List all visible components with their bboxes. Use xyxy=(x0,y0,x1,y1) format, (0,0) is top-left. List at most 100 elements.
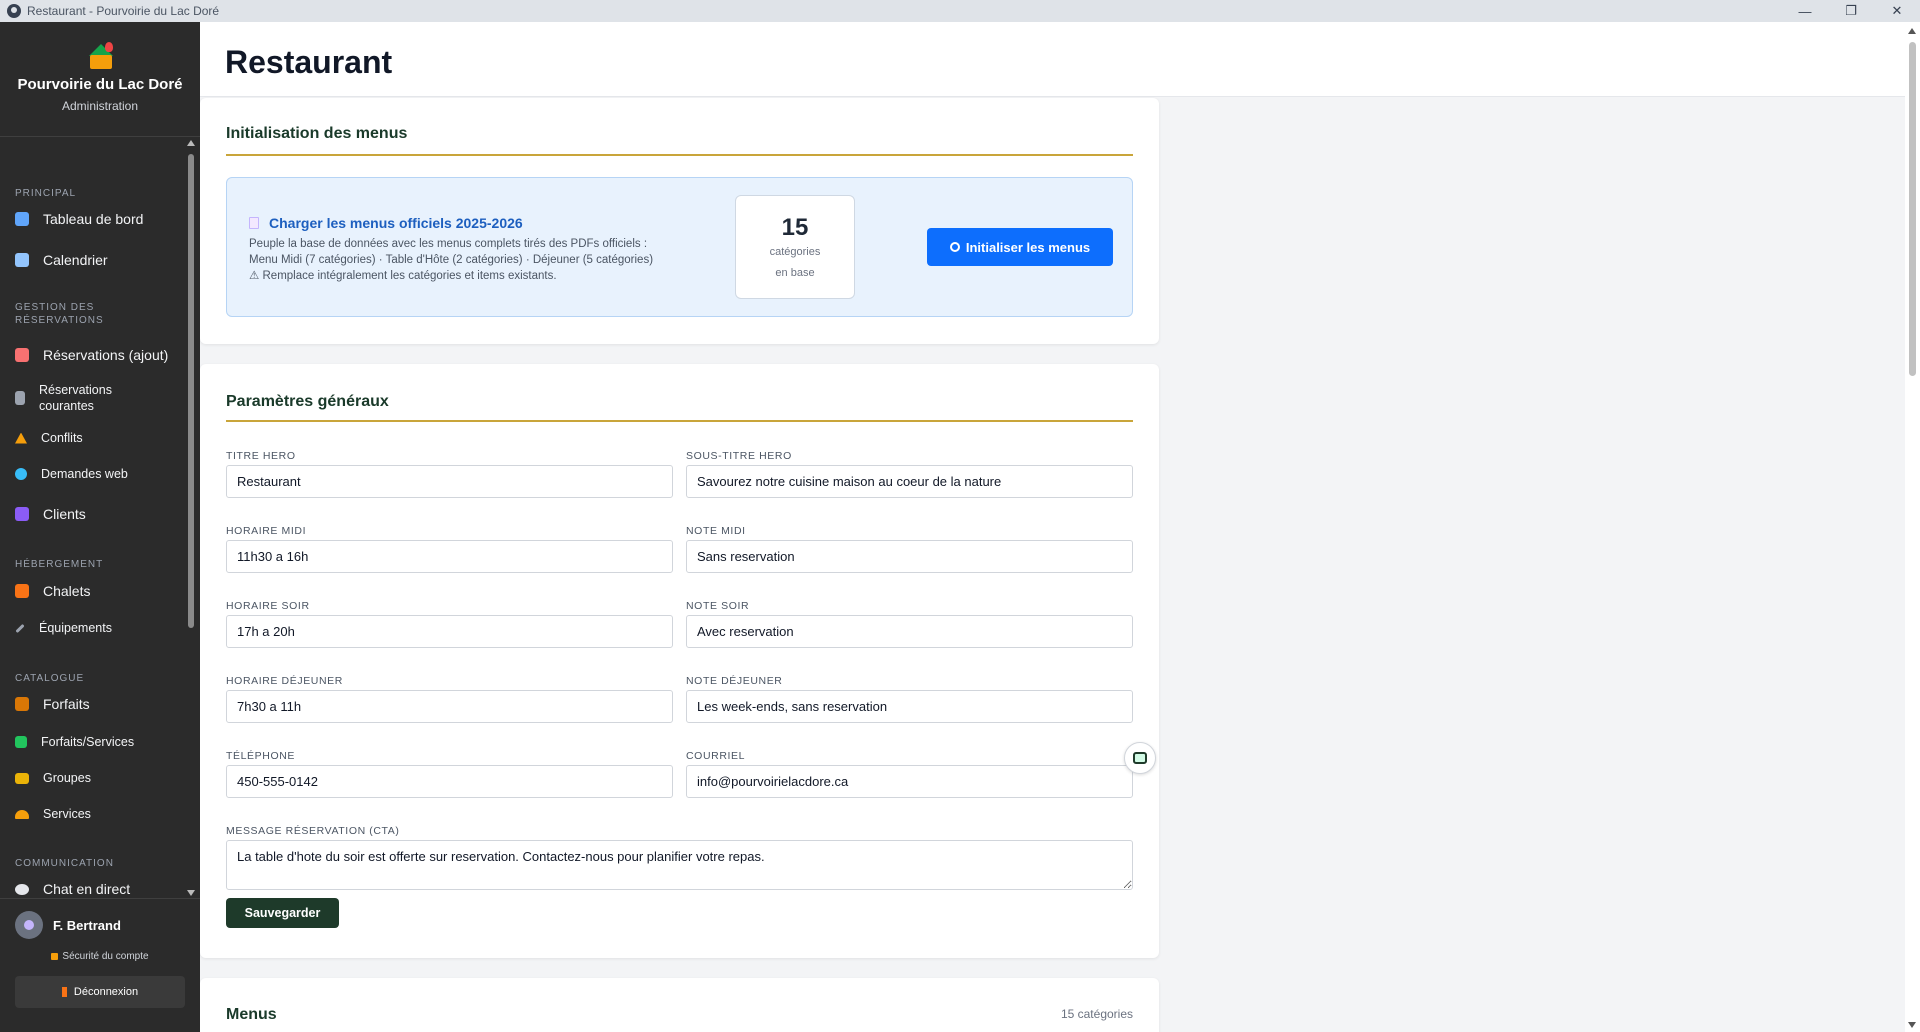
description-line: Peuple la base de données avec les menus… xyxy=(249,238,648,250)
scroll-down-icon[interactable] xyxy=(1908,1022,1916,1028)
section-divider xyxy=(226,420,1133,422)
note-soir-label: NOTE SOIR xyxy=(686,600,750,612)
telephone-label: TÉLÉPHONE xyxy=(226,750,295,762)
sidebar-item-label: Tableau de bord xyxy=(43,211,144,227)
sidebar-item-label: Chalets xyxy=(43,583,91,599)
page-title: Restaurant xyxy=(225,44,393,80)
sidebar-item-groupes[interactable]: Groupes xyxy=(0,763,185,793)
puzzle-icon xyxy=(15,736,27,748)
general-settings-card: Paramètres généraux TITRE HERO SOUS-TITR… xyxy=(200,364,1159,958)
nav-section-reservations: GESTION DES RÉSERVATIONS xyxy=(15,302,104,326)
scroll-thumb[interactable] xyxy=(188,154,194,628)
note-soir-input[interactable] xyxy=(686,615,1133,648)
scroll-up-icon[interactable] xyxy=(1908,28,1916,34)
load-menus-description: Peuple la base de données avec les menus… xyxy=(249,236,689,284)
account-security-label: Sécurité du compte xyxy=(62,951,149,962)
sidebar-item-label: Forfaits xyxy=(43,696,90,712)
scroll-up-icon[interactable] xyxy=(187,140,195,146)
user-name: F. Bertrand xyxy=(53,917,121,933)
package-icon xyxy=(15,697,29,711)
section-divider xyxy=(226,154,1133,156)
sidebar-item-reservations-ajout[interactable]: Réservations (ajout) xyxy=(0,338,185,372)
horaire-midi-label: HORAIRE MIDI xyxy=(226,525,307,537)
sidebar-item-equipements[interactable]: Équipements xyxy=(0,613,185,643)
sidebar-item-demandes-web[interactable]: Demandes web xyxy=(0,459,185,489)
close-button[interactable]: ✕ xyxy=(1874,0,1920,22)
message-reservation-textarea[interactable]: La table d'hote du soir est offerte sur … xyxy=(226,840,1133,890)
titre-hero-input[interactable] xyxy=(226,465,673,498)
clipboard-icon xyxy=(15,348,29,362)
initialize-menus-button[interactable]: Initialiser les menus xyxy=(927,228,1113,266)
sidebar-nav: PRINCIPAL Tableau de bord Calendrier GES… xyxy=(0,138,185,898)
sidebar-item-conflits[interactable]: Conflits xyxy=(0,423,185,453)
save-button[interactable]: Sauvegarder xyxy=(226,898,339,928)
wrench-icon xyxy=(15,623,25,633)
main-scrollbar[interactable] xyxy=(1905,22,1920,1032)
sidebar-item-forfaits-services[interactable]: Forfaits/Services xyxy=(0,727,185,757)
horaire-dejeuner-input[interactable] xyxy=(226,690,673,723)
sidebar-item-chat-en-direct[interactable]: Chat en direct xyxy=(0,872,185,898)
sous-titre-hero-label: SOUS-TITRE HERO xyxy=(686,450,792,462)
logout-label: Déconnexion xyxy=(73,986,139,998)
horaire-midi-input[interactable] xyxy=(226,540,673,573)
assistant-button[interactable] xyxy=(1124,742,1156,774)
minimize-button[interactable]: — xyxy=(1782,0,1828,22)
logout-button[interactable]: Déconnexion xyxy=(15,976,185,1008)
chat-icon xyxy=(15,883,29,895)
robot-icon xyxy=(1133,752,1147,764)
sidebar-item-label: Réservations courantes xyxy=(39,383,112,413)
note-dejeuner-input[interactable] xyxy=(686,690,1133,723)
sidebar: Pourvoirie du Lac Doré Administration PR… xyxy=(0,22,200,1032)
sidebar-scrollbar[interactable] xyxy=(186,138,196,898)
document-icon xyxy=(15,391,25,405)
scroll-thumb[interactable] xyxy=(1909,42,1916,376)
sous-titre-hero-input[interactable] xyxy=(686,465,1133,498)
titre-hero-label: TITRE HERO xyxy=(226,450,296,462)
app-icon xyxy=(7,4,21,18)
calendar-icon xyxy=(15,253,29,267)
category-count-card: 15 catégories en base xyxy=(735,195,855,299)
user-icon xyxy=(24,920,34,930)
category-count: 15 xyxy=(781,214,809,241)
courriel-label: COURRIEL xyxy=(686,750,746,762)
sidebar-item-label: Services xyxy=(43,807,91,821)
horaire-dejeuner-label: HORAIRE DÉJEUNER xyxy=(226,675,343,687)
sidebar-item-calendrier[interactable]: Calendrier xyxy=(0,243,185,277)
sidebar-item-clients[interactable]: Clients xyxy=(0,497,185,531)
users-icon xyxy=(15,507,29,521)
window-titlebar: Restaurant - Pourvoirie du Lac Doré — ❐ … xyxy=(0,0,1920,22)
description-line: Menu Midi (7 catégories) · Table d'Hôte … xyxy=(249,254,654,266)
sidebar-item-label: Chat en direct xyxy=(43,881,131,897)
account-security-link[interactable]: Sécurité du compte xyxy=(0,951,200,962)
globe-icon xyxy=(15,468,27,480)
warning-line: ⚠ Remplace intégralement les catégories … xyxy=(249,270,557,282)
sidebar-item-chalets[interactable]: Chalets xyxy=(0,574,185,608)
telephone-input[interactable] xyxy=(226,765,673,798)
brand-name: Pourvoirie du Lac Doré xyxy=(17,76,183,93)
horaire-soir-input[interactable] xyxy=(226,615,673,648)
window-title: Restaurant - Pourvoirie du Lac Doré xyxy=(27,4,220,18)
sidebar-item-tableau-de-bord[interactable]: Tableau de bord xyxy=(0,202,185,236)
menus-card: Menus 15 catégories xyxy=(200,978,1159,1032)
restore-button[interactable]: ❐ xyxy=(1828,0,1874,22)
brand-subtitle: Administration xyxy=(61,99,139,113)
sidebar-item-services[interactable]: Services xyxy=(0,799,185,829)
door-icon xyxy=(61,987,67,997)
sidebar-item-label: Clients xyxy=(43,506,86,522)
sidebar-item-reservations-courantes[interactable]: Réservations courantes xyxy=(0,378,185,418)
document-icon xyxy=(249,217,259,229)
plus-circle-icon xyxy=(949,242,960,252)
init-menus-title: Initialisation des menus xyxy=(226,125,408,142)
nav-section-principal: PRINCIPAL xyxy=(15,188,77,199)
courriel-input[interactable] xyxy=(686,765,1133,798)
sidebar-item-label: Équipements xyxy=(39,621,112,635)
scroll-down-icon[interactable] xyxy=(187,890,195,896)
note-midi-input[interactable] xyxy=(686,540,1133,573)
user-panel: F. Bertrand Sécurité du compte Déconnexi… xyxy=(0,898,200,1032)
note-midi-label: NOTE MIDI xyxy=(686,525,746,537)
sidebar-item-forfaits[interactable]: Forfaits xyxy=(0,687,185,721)
page-header: Restaurant xyxy=(200,22,1905,97)
house-icon xyxy=(15,584,29,598)
sidebar-item-label: Groupes xyxy=(43,771,91,785)
init-menus-card: Initialisation des menus Charger les men… xyxy=(200,98,1159,344)
